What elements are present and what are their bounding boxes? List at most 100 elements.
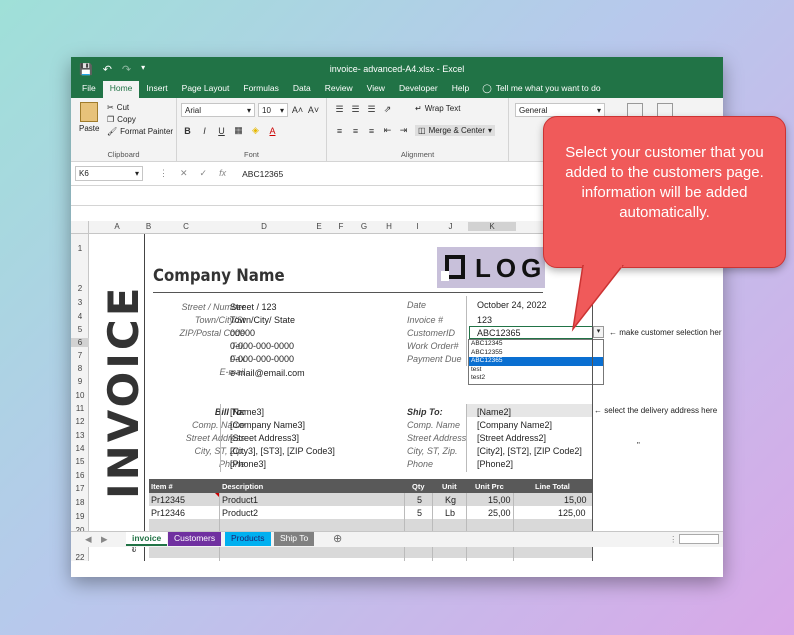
tel-value[interactable]: 0-000-000-0000	[230, 341, 294, 351]
scroll-right-icon[interactable]: ▶	[101, 534, 108, 545]
font-size-select[interactable]: 10 ▾	[258, 103, 288, 117]
ship-street-value[interactable]: [Street Address2]	[477, 433, 546, 443]
fax-value[interactable]: 0-000-000-0000	[230, 354, 294, 364]
bold-icon[interactable]: B	[181, 124, 194, 137]
fx-icon[interactable]: fx	[219, 168, 226, 179]
wrap-text-button[interactable]: ↵ Wrap Text	[415, 104, 460, 113]
italic-icon[interactable]: I	[198, 124, 211, 137]
tab-developer[interactable]: Developer	[392, 81, 445, 98]
cut-button[interactable]: ✂ Cut	[107, 103, 173, 112]
tab-formulas[interactable]: Formulas	[236, 81, 285, 98]
column-header[interactable]: K	[468, 222, 516, 231]
bill-comp-value[interactable]: [Company Name3]	[230, 420, 305, 430]
row-header[interactable]: 9	[71, 377, 89, 386]
decrease-indent-icon[interactable]: ⇤	[381, 124, 394, 137]
row-header[interactable]: 8	[71, 364, 89, 373]
align-middle-icon[interactable]: ☰	[349, 103, 362, 116]
row-header[interactable]: 3	[71, 298, 89, 307]
row-header[interactable]: 17	[71, 484, 89, 493]
format-painter-button[interactable]: 🖌 Format Painter	[107, 127, 173, 136]
column-header[interactable]: G	[352, 222, 376, 231]
fill-color-icon[interactable]: ◈	[249, 124, 262, 137]
add-sheet-icon[interactable]: ⊕	[333, 532, 342, 545]
row-header[interactable]: 15	[71, 457, 89, 466]
customer-dropdown-list[interactable]: ABC12345 ABC12355 ABC12365 test test2	[468, 339, 604, 385]
ship-to-name[interactable]: [Name2]	[477, 407, 511, 417]
column-header[interactable]: E	[308, 222, 330, 231]
row-header[interactable]: 22	[71, 553, 89, 561]
row-header[interactable]: 1	[71, 244, 89, 253]
tab-home[interactable]: Home	[102, 81, 140, 98]
dropdown-option[interactable]: ABC12355	[469, 349, 603, 358]
row-header[interactable]: 10	[71, 391, 89, 400]
select-all-corner[interactable]	[71, 221, 89, 234]
row-header[interactable]: 7	[71, 351, 89, 360]
tab-file[interactable]: File	[75, 81, 103, 98]
format-table-icon[interactable]	[657, 103, 673, 117]
dropdown-option[interactable]: ABC12345	[469, 340, 603, 349]
column-header[interactable]: D	[220, 222, 308, 231]
column-header[interactable]: H	[376, 222, 402, 231]
scroll-left-icon[interactable]: ◀	[85, 534, 92, 545]
customize-icon[interactable]: ▾	[141, 63, 145, 76]
column-header[interactable]: F	[330, 222, 352, 231]
dropdown-option[interactable]: test	[469, 366, 603, 375]
paste-button[interactable]: Paste	[79, 102, 99, 133]
invoice-number-value[interactable]: 123	[477, 315, 492, 325]
column-header[interactable]: B	[145, 222, 152, 231]
tab-data[interactable]: Data	[286, 81, 318, 98]
formula-input[interactable]: ABC12365	[242, 169, 283, 179]
number-format-select[interactable]: General ▾	[515, 103, 605, 117]
grow-font-icon[interactable]: A˄	[291, 103, 304, 116]
ship-city-value[interactable]: [City2], [ST2], [ZIP Code2]	[477, 446, 582, 456]
row-header[interactable]: 6	[71, 338, 89, 347]
sheet-tab-ship-to[interactable]: Ship To	[274, 532, 315, 546]
row-header[interactable]: 18	[71, 498, 89, 507]
tab-page-layout[interactable]: Page Layout	[175, 81, 237, 98]
align-center-icon[interactable]: ≡	[349, 124, 362, 137]
row-header[interactable]: 4	[71, 312, 89, 321]
bill-street-value[interactable]: [Street Address3]	[230, 433, 299, 443]
align-right-icon[interactable]: ≡	[365, 124, 378, 137]
column-header[interactable]: C	[152, 222, 220, 231]
row-header[interactable]: 14	[71, 444, 89, 453]
column-header[interactable]: J	[433, 222, 468, 231]
font-color-icon[interactable]: A	[266, 124, 279, 137]
ship-phone-value[interactable]: [Phone2]	[477, 459, 513, 469]
copy-button[interactable]: ❐ Copy	[107, 115, 173, 124]
sheet-tab-invoice[interactable]: invoice	[126, 532, 168, 546]
row-header[interactable]: 11	[71, 404, 89, 413]
row-header[interactable]: 12	[71, 417, 89, 426]
row-header[interactable]: 2	[71, 284, 89, 293]
bill-city-value[interactable]: [City3], [ST3], [ZIP Code3]	[230, 446, 335, 456]
column-header[interactable]: I	[402, 222, 433, 231]
tab-view[interactable]: View	[360, 81, 392, 98]
merge-center-button[interactable]: ◫ Merge & Center ▾	[415, 125, 496, 136]
align-bottom-icon[interactable]: ☰	[365, 103, 378, 116]
increase-indent-icon[interactable]: ⇥	[397, 124, 410, 137]
sheet-tab-products[interactable]: Products	[225, 532, 271, 546]
tab-review[interactable]: Review	[318, 81, 360, 98]
borders-icon[interactable]: ▦	[232, 124, 245, 137]
undo-icon[interactable]: ↶	[103, 63, 112, 76]
column-header[interactable]: A	[89, 222, 145, 231]
align-top-icon[interactable]: ☰	[333, 103, 346, 116]
tell-me-box[interactable]: ◯ Tell me what you want to do	[482, 81, 600, 98]
town-value[interactable]: Town/City/ State	[230, 315, 295, 325]
save-icon[interactable]: 💾	[79, 63, 93, 76]
tab-help[interactable]: Help	[445, 81, 476, 98]
email-value[interactable]: e-mail@email.com	[230, 368, 305, 378]
sheet-tab-customers[interactable]: Customers	[168, 532, 222, 546]
row-header[interactable]: 5	[71, 325, 89, 334]
dropdown-option[interactable]: test2	[469, 374, 603, 383]
cancel-icon[interactable]: ✕	[180, 168, 188, 179]
row-header[interactable]: 16	[71, 471, 89, 480]
bill-to-name[interactable]: [Name3]	[230, 407, 264, 417]
dropdown-option-selected[interactable]: ABC12365	[469, 357, 603, 366]
street-value[interactable]: Street / 123	[230, 302, 277, 312]
table-row[interactable]: Pr12346 Product2 5 Lb 25,00 125,00	[149, 506, 592, 519]
row-header[interactable]: 13	[71, 431, 89, 440]
orientation-icon[interactable]: ⇗	[381, 103, 394, 116]
ship-comp-value[interactable]: [Company Name2]	[477, 420, 552, 430]
align-left-icon[interactable]: ≡	[333, 124, 346, 137]
